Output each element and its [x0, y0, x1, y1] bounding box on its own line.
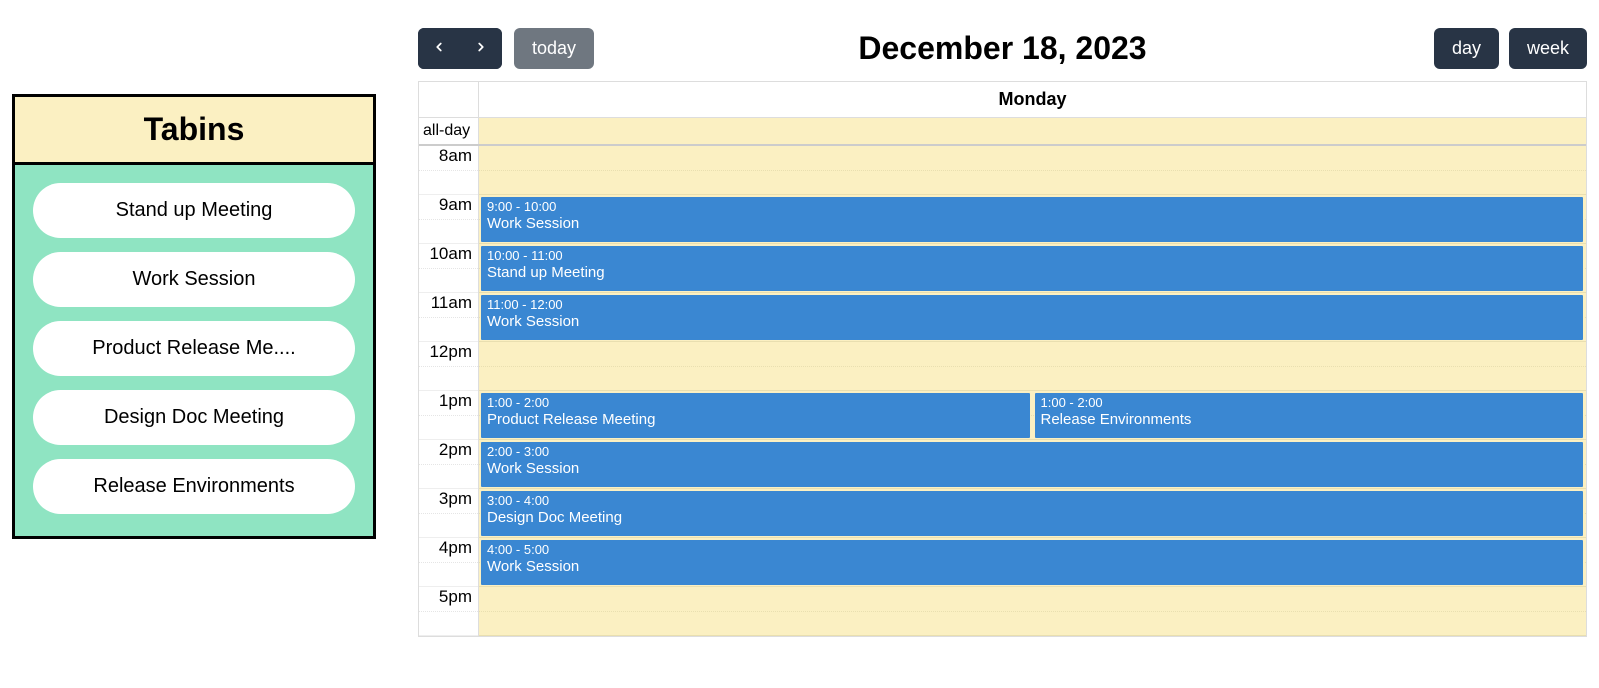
chevron-right-icon — [474, 38, 488, 59]
tabin-item[interactable]: Design Doc Meeting — [33, 390, 355, 445]
event-title: Design Doc Meeting — [487, 509, 1577, 528]
time-axis: 8am9am10am11am12pm1pm2pm3pm4pm5pm — [419, 146, 479, 636]
tabin-item[interactable]: Work Session — [33, 252, 355, 307]
event-time: 2:00 - 3:00 — [487, 444, 1577, 460]
hour-label: 3pm — [419, 489, 478, 538]
hour-label: 12pm — [419, 342, 478, 391]
tabin-item[interactable]: Product Release Me.... — [33, 321, 355, 376]
hour-slot[interactable] — [479, 146, 1586, 195]
hour-label: 1pm — [419, 391, 478, 440]
tabins-panel: Tabins Stand up Meeting Work Session Produ… — [12, 94, 376, 539]
tabin-item[interactable]: Stand up Meeting — [33, 183, 355, 238]
calendar-event[interactable]: 2:00 - 3:00Work Session — [480, 441, 1584, 488]
event-title: Product Release Meeting — [487, 411, 1024, 430]
calendar-event[interactable]: 9:00 - 10:00Work Session — [480, 196, 1584, 243]
tabins-title: Tabins — [15, 97, 373, 165]
day-view-button[interactable]: day — [1434, 28, 1499, 69]
calendar-event[interactable]: 1:00 - 2:00Product Release Meeting — [480, 392, 1031, 439]
tabins-list: Stand up Meeting Work Session Product Rele… — [15, 165, 373, 536]
hour-label: 11am — [419, 293, 478, 342]
calendar-event[interactable]: 1:00 - 2:00Release Environments — [1034, 392, 1585, 439]
event-title: Work Session — [487, 313, 1577, 332]
calendar-event[interactable]: 4:00 - 5:00Work Session — [480, 539, 1584, 586]
calendar-toolbar: today December 18, 2023 day week — [418, 0, 1587, 81]
event-title: Stand up Meeting — [487, 264, 1577, 283]
event-title: Work Session — [487, 460, 1577, 479]
hour-label: 9am — [419, 195, 478, 244]
hour-label: 2pm — [419, 440, 478, 489]
event-time: 1:00 - 2:00 — [487, 395, 1024, 411]
day-column-header: Monday — [479, 82, 1586, 117]
chevron-left-icon — [432, 38, 446, 59]
event-title: Release Environments — [1041, 411, 1578, 430]
calendar-event[interactable]: 3:00 - 4:00Design Doc Meeting — [480, 490, 1584, 537]
event-time: 9:00 - 10:00 — [487, 199, 1577, 215]
axis-corner — [419, 82, 479, 117]
event-title: Work Session — [487, 558, 1577, 577]
hour-label: 10am — [419, 244, 478, 293]
hour-slot[interactable] — [479, 342, 1586, 391]
event-time: 11:00 - 12:00 — [487, 297, 1577, 313]
event-title: Work Session — [487, 215, 1577, 234]
prev-button[interactable] — [418, 28, 460, 69]
event-time: 4:00 - 5:00 — [487, 542, 1577, 558]
calendar: Monday all-day 8am9am10am11am12pm1pm2pm3… — [418, 81, 1587, 637]
today-button[interactable]: today — [514, 28, 594, 69]
allday-label: all-day — [419, 118, 479, 144]
hour-slot[interactable] — [479, 587, 1586, 636]
hour-label: 5pm — [419, 587, 478, 636]
calendar-title: December 18, 2023 — [858, 30, 1146, 67]
calendar-event[interactable]: 11:00 - 12:00Work Session — [480, 294, 1584, 341]
week-view-button[interactable]: week — [1509, 28, 1587, 69]
day-grid[interactable]: 9:00 - 10:00Work Session10:00 - 11:00Sta… — [479, 146, 1586, 636]
tabin-item[interactable]: Release Environments — [33, 459, 355, 514]
allday-cell[interactable] — [479, 118, 1586, 144]
event-time: 1:00 - 2:00 — [1041, 395, 1578, 411]
nav-button-group — [418, 28, 502, 69]
hour-label: 4pm — [419, 538, 478, 587]
hour-label: 8am — [419, 146, 478, 195]
next-button[interactable] — [460, 28, 502, 69]
event-time: 10:00 - 11:00 — [487, 248, 1577, 264]
event-time: 3:00 - 4:00 — [487, 493, 1577, 509]
calendar-event[interactable]: 10:00 - 11:00Stand up Meeting — [480, 245, 1584, 292]
